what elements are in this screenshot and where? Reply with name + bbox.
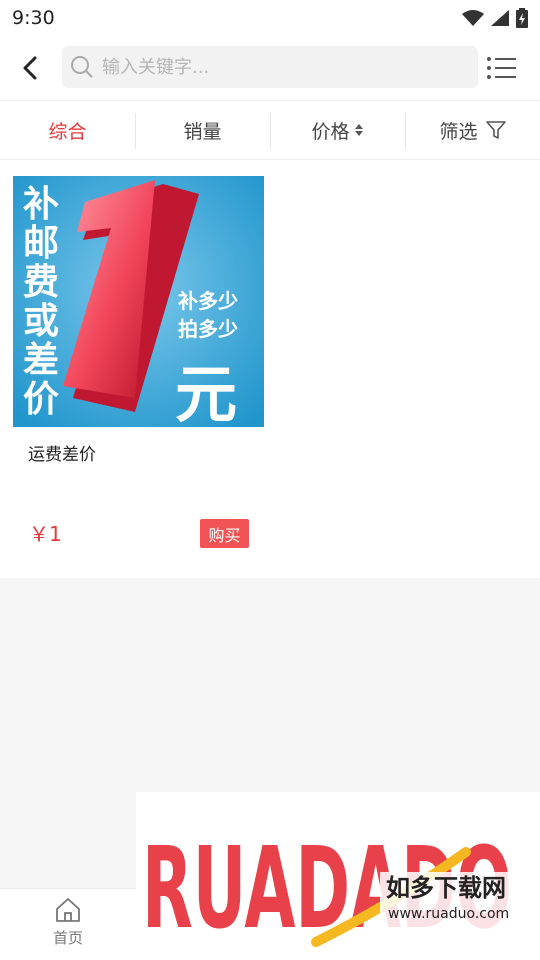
back-button[interactable] (0, 36, 60, 100)
product-title[interactable]: 运费差价 (28, 440, 96, 465)
search-icon (71, 56, 93, 78)
battery-icon (516, 8, 528, 28)
svg-text:www.ruaduo.com: www.ruaduo.com (388, 906, 509, 922)
sort-sales[interactable]: 销量 (135, 101, 270, 159)
search-box[interactable] (62, 46, 478, 88)
svg-text:邮: 邮 (23, 223, 59, 264)
sort-filter-bar: 综合 销量 价格 筛选 (0, 100, 540, 160)
status-bar: 9:30 (0, 0, 540, 36)
sort-comprehensive-label: 综合 (48, 120, 87, 143)
buy-button[interactable]: 购买 (200, 519, 249, 548)
list-menu-button[interactable] (486, 56, 518, 80)
sort-arrows-icon (354, 124, 363, 136)
list-icon (487, 57, 516, 79)
svg-text:补: 补 (23, 184, 59, 225)
product-image[interactable]: 补 邮 费 或 差 价 补多少 拍多少 元 (13, 176, 264, 427)
tab-home-label: 首页 (52, 929, 83, 947)
wifi-icon (462, 10, 484, 26)
status-time: 9:30 (12, 7, 55, 29)
home-icon (56, 898, 80, 922)
svg-text:补多少: 补多少 (177, 289, 238, 313)
svg-text:费: 费 (23, 262, 59, 303)
svg-text:如多下载网: 如多下载网 (386, 874, 506, 902)
product-list: 补 邮 费 或 差 价 补多少 拍多少 元 运费差价 ￥1 购买 (0, 160, 540, 578)
filter-label: 筛选 (439, 120, 478, 143)
svg-text:拍多少: 拍多少 (178, 317, 238, 341)
funnel-icon (485, 121, 506, 139)
svg-text:元: 元 (175, 358, 237, 427)
svg-text:差: 差 (23, 340, 59, 381)
tab-home[interactable]: 首页 (30, 897, 106, 953)
sort-price[interactable]: 价格 (270, 101, 405, 159)
sort-sales-label: 销量 (183, 120, 222, 143)
top-header (0, 36, 540, 100)
filter-button[interactable]: 筛选 (405, 101, 540, 159)
search-input[interactable] (102, 56, 462, 78)
product-price: ￥1 (29, 522, 62, 546)
svg-text:或: 或 (23, 301, 59, 342)
svg-text:价: 价 (23, 379, 59, 420)
watermark-logo: RUADADO 如多下载网 www.ruaduo.com (136, 792, 540, 960)
status-icons (462, 8, 528, 28)
chevron-left-icon (23, 56, 37, 80)
sort-price-label: 价格 (311, 120, 350, 143)
sort-comprehensive[interactable]: 综合 (0, 101, 135, 159)
product-card[interactable]: 补 邮 费 或 差 价 补多少 拍多少 元 运费差价 ￥1 购买 (13, 176, 264, 564)
cell-signal-icon (491, 10, 509, 26)
